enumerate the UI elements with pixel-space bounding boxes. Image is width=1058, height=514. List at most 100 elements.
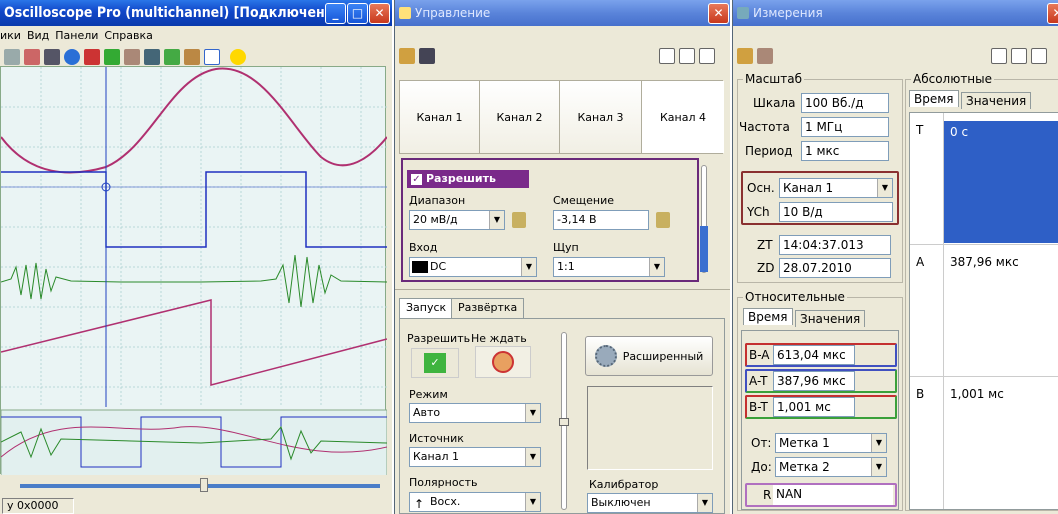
- offset-label: Смещение: [553, 194, 614, 207]
- channel-icon[interactable]: [104, 49, 120, 65]
- input-select[interactable]: DC ▼: [409, 257, 537, 277]
- settings-icon[interactable]: [184, 49, 200, 65]
- channel-scroll-thumb[interactable]: [700, 226, 708, 272]
- row-b-label: B: [916, 387, 925, 401]
- menu-help[interactable]: Справка: [104, 29, 152, 42]
- channel-1-tab[interactable]: Канал 1: [400, 81, 480, 153]
- calibrator-select[interactable]: Выключен ▼: [587, 493, 713, 513]
- mode-select[interactable]: Авто ▼: [409, 403, 541, 423]
- channel-tabs: Канал 1 Канал 2 Канал 3 Канал 4: [399, 80, 724, 154]
- control-title-bar[interactable]: Управление: [395, 0, 730, 26]
- zt-field[interactable]: 14:04:37.013: [779, 235, 891, 255]
- panel-icon[interactable]: [124, 49, 140, 65]
- dock-icon[interactable]: [659, 48, 675, 64]
- chevron-down-icon: ▼: [871, 434, 886, 452]
- slider-thumb[interactable]: [200, 478, 208, 492]
- status-bar-field: y 0x0000: [2, 498, 74, 514]
- measurements-close-button[interactable]: ✕: [1047, 3, 1058, 24]
- waveform-icon[interactable]: [24, 49, 40, 65]
- enable-checkbox[interactable]: ✓ Разрешить: [407, 170, 529, 188]
- period-field[interactable]: 1 мкс: [801, 141, 889, 161]
- check-icon: ✓: [411, 174, 422, 185]
- ych-field[interactable]: 10 В/д: [779, 202, 893, 222]
- maximize-button[interactable]: □: [347, 3, 368, 24]
- advanced-button[interactable]: Расширенный: [585, 336, 713, 376]
- scissors-icon[interactable]: [84, 49, 100, 65]
- info-icon[interactable]: [204, 49, 220, 65]
- absolute-tab-time[interactable]: Время: [909, 90, 959, 107]
- tab-trigger[interactable]: Запуск: [399, 298, 454, 318]
- menu-view[interactable]: Вид: [27, 29, 49, 42]
- absolute-row-a[interactable]: A 387,96 мкс: [910, 245, 1058, 377]
- dock-icon[interactable]: [991, 48, 1007, 64]
- ba-field[interactable]: 613,04 мкс: [773, 345, 855, 365]
- trigger-preview: [587, 386, 713, 470]
- menu-panels[interactable]: Панели: [55, 29, 98, 42]
- sawtooth-trace: [0, 299, 388, 386]
- pause-icon[interactable]: [64, 49, 80, 65]
- close-panel-icon[interactable]: [1031, 48, 1047, 64]
- chevron-down-icon: ▼: [697, 494, 712, 512]
- chevron-down-icon: ▼: [521, 258, 536, 276]
- minimize-panel-icon[interactable]: [679, 48, 695, 64]
- at-field[interactable]: 387,96 мкс: [773, 371, 855, 391]
- lock-icon[interactable]: [512, 212, 526, 228]
- probe-select[interactable]: 1:1 ▼: [553, 257, 665, 277]
- sine-trace: [0, 67, 388, 174]
- absolute-row-t[interactable]: T 0 с: [910, 113, 1058, 245]
- channel-3-tab[interactable]: Канал 3: [560, 81, 642, 153]
- absolute-row-b[interactable]: B 1,001 мс: [910, 377, 1058, 509]
- trigger-level-thumb[interactable]: [559, 418, 569, 426]
- plug-icon[interactable]: [419, 48, 435, 64]
- chevron-down-icon: ▼: [525, 493, 540, 511]
- cursor-icon[interactable]: [164, 49, 180, 65]
- control-close-button[interactable]: ✕: [708, 3, 729, 24]
- offset-field[interactable]: -3,14 В: [553, 210, 649, 230]
- to-select[interactable]: Метка 2 ▼: [775, 457, 887, 477]
- no-wait-label: Не ждать: [471, 332, 527, 345]
- range-label: Диапазон: [409, 194, 466, 207]
- no-wait-button[interactable]: [475, 346, 531, 378]
- chevron-down-icon: ▼: [877, 179, 892, 197]
- source-select[interactable]: Канал 1 ▼: [409, 447, 541, 467]
- zd-field[interactable]: 28.07.2010: [779, 258, 891, 278]
- oscillogram-plot[interactable]: [0, 66, 388, 481]
- rising-edge-icon: ↑: [414, 497, 425, 511]
- image-icon[interactable]: [737, 48, 753, 64]
- oscillogram-svg: [0, 67, 388, 481]
- frequency-field[interactable]: 1 МГц: [801, 117, 889, 137]
- scale-group-title: Масштаб: [743, 72, 805, 86]
- relative-tab-time[interactable]: Время: [743, 308, 793, 325]
- panel-icon[interactable]: [757, 48, 773, 64]
- row-t-value: 0 с: [944, 121, 1058, 243]
- image-icon[interactable]: [399, 48, 415, 64]
- channel-2-tab[interactable]: Канал 2: [480, 81, 560, 153]
- print-icon[interactable]: [4, 49, 20, 65]
- offset-lock-icon[interactable]: [656, 212, 670, 228]
- minimize-button[interactable]: _: [325, 3, 346, 24]
- menu-tools[interactable]: ики: [0, 29, 21, 42]
- trigger-enable-button[interactable]: ✓: [411, 348, 459, 378]
- channel-4-label: Канал 4: [659, 110, 706, 124]
- tab-sweep[interactable]: Развёртка: [451, 298, 525, 318]
- control-icon[interactable]: [144, 49, 160, 65]
- bt-field[interactable]: 1,001 мс: [773, 397, 855, 417]
- scale-field[interactable]: 100 Вб./д: [801, 93, 889, 113]
- measurements-toolbar: [733, 44, 1058, 68]
- channel-4-tab[interactable]: Канал 4: [642, 81, 724, 153]
- monitor-icon[interactable]: [44, 49, 60, 65]
- measurements-title-bar[interactable]: Измерения: [733, 0, 1058, 26]
- range-select[interactable]: 20 мВ/д ▼: [409, 210, 505, 230]
- polarity-select[interactable]: ↑ Восх. ▼: [409, 492, 541, 512]
- relative-tab-values[interactable]: Значения: [795, 310, 866, 327]
- close-button[interactable]: ✕: [369, 3, 390, 24]
- absolute-table-divider: [943, 113, 944, 509]
- r-field[interactable]: NAN: [773, 485, 893, 505]
- minimize-panel-icon[interactable]: [1011, 48, 1027, 64]
- absolute-group-title: Абсолютные: [911, 72, 995, 86]
- status-text: y 0x0000: [7, 499, 59, 512]
- absolute-tab-values[interactable]: Значения: [961, 92, 1032, 109]
- osn-select[interactable]: Канал 1 ▼: [779, 178, 893, 198]
- from-select[interactable]: Метка 1 ▼: [775, 433, 887, 453]
- close-panel-icon[interactable]: [699, 48, 715, 64]
